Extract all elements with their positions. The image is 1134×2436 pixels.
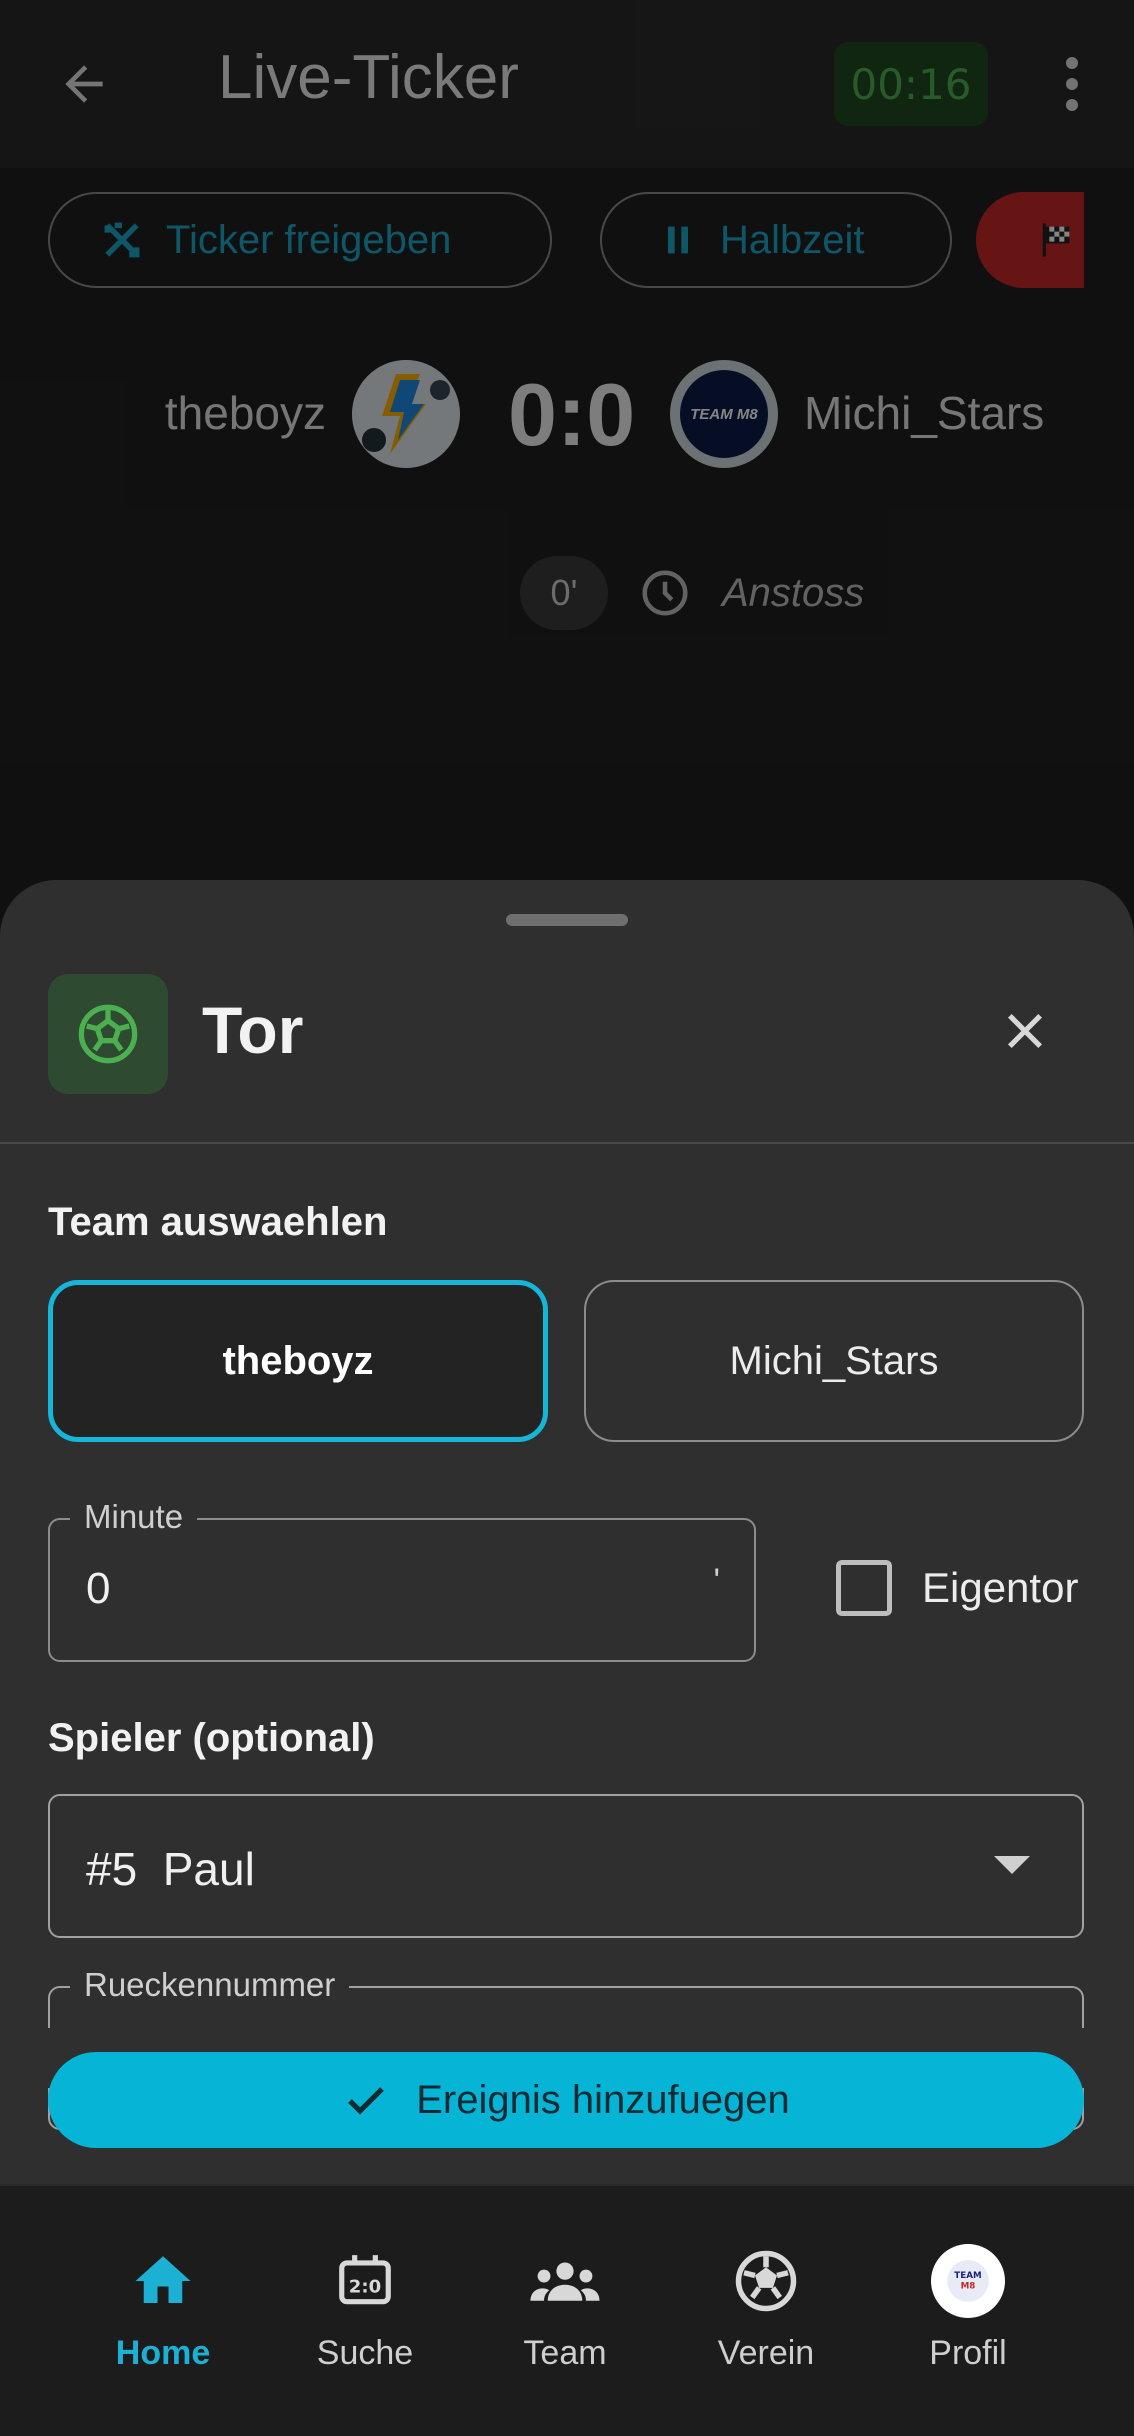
team-option-home[interactable]: theboyz	[48, 1280, 548, 1442]
home-icon	[126, 2246, 200, 2316]
soccer-ball-icon	[729, 2246, 803, 2316]
goal-icon-badge	[48, 974, 168, 1094]
close-icon	[1007, 1013, 1043, 1049]
player-dropdown[interactable]: #5 Paul	[48, 1794, 1084, 1938]
sheet-title: Tor	[202, 993, 304, 1067]
drag-handle[interactable]	[506, 914, 628, 926]
team-section-label: Team auswaehlen	[48, 1200, 388, 1244]
nav-item-club[interactable]: Verein	[686, 2246, 846, 2373]
nav-label-club: Verein	[717, 2334, 815, 2372]
soccer-ball-icon	[78, 1004, 138, 1064]
minute-value: 0	[86, 1564, 111, 1613]
player-section-label: Spieler (optional)	[48, 1716, 375, 1760]
screen: Live-Ticker 00:16 Ticker freigeben Halbz…	[0, 0, 1134, 2436]
minute-suffix: '	[713, 1562, 721, 1600]
add-event-label: Ereignis hinzufuegen	[416, 2077, 790, 2122]
nav-label-team: Team	[523, 2334, 607, 2372]
nav-item-profile[interactable]: TEAM M8 Profil	[888, 2244, 1048, 2373]
minute-field[interactable]: Minute 0 '	[48, 1498, 756, 1662]
player-selected-value: #5 Paul	[86, 1843, 255, 1895]
avatar: TEAM M8	[931, 2244, 1005, 2318]
goal-bottom-sheet: Tor Team auswaehlen theboyz Michi_Stars …	[0, 880, 1134, 2184]
add-event-button[interactable]: Ereignis hinzufuegen	[48, 2052, 1084, 2148]
minute-field-label: Minute	[70, 1498, 198, 1536]
team-option-away[interactable]: Michi_Stars	[584, 1280, 1084, 1442]
svg-text:2:0: 2:0	[349, 2277, 381, 2298]
back-number-label: Rueckennummer	[70, 1966, 350, 2004]
group-icon	[528, 2246, 602, 2316]
nav-label-home: Home	[115, 2334, 211, 2372]
own-goal-label: Eigentor	[922, 1564, 1079, 1611]
dropdown-arrow-icon	[994, 1856, 1030, 1874]
scoreboard-icon: 2:0	[328, 2246, 402, 2316]
close-button[interactable]	[990, 996, 1060, 1066]
nav-label-search: Suche	[316, 2334, 414, 2372]
svg-text:TEAM: TEAM	[954, 2271, 981, 2281]
nav-label-profile: Profil	[929, 2334, 1007, 2372]
svg-text:M8: M8	[961, 2281, 976, 2291]
own-goal-toggle[interactable]: Eigentor	[836, 1560, 1078, 1616]
nav-item-search[interactable]: 2:0 Suche	[285, 2246, 445, 2373]
nav-item-home[interactable]: Home	[83, 2246, 243, 2373]
check-icon	[348, 2087, 385, 2115]
divider	[0, 1142, 1134, 1144]
nav-item-team[interactable]: Team	[485, 2246, 645, 2373]
bottom-navigation: Home 2:0 Suche Team Verein TEAM M8 Profi…	[0, 2184, 1134, 2436]
own-goal-checkbox[interactable]	[836, 1560, 892, 1616]
